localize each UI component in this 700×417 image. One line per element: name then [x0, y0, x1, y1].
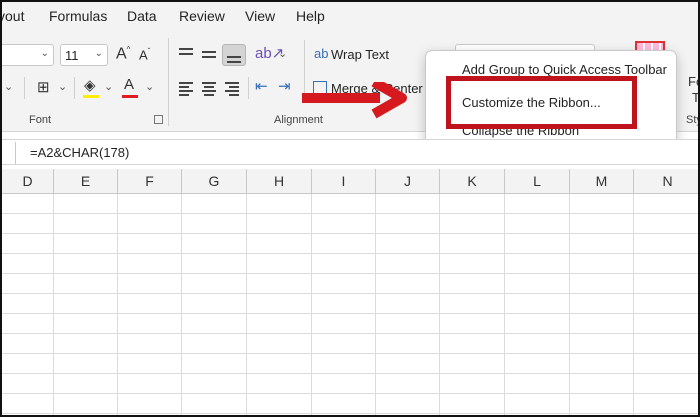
group-label-font: Font — [29, 114, 52, 126]
grid-line — [504, 194, 505, 415]
tab-page-layout[interactable]: yout — [2, 8, 24, 24]
column-header-e[interactable]: E — [54, 169, 118, 194]
tab-view[interactable]: View — [245, 8, 275, 24]
grid-line — [375, 194, 376, 415]
grid-line — [53, 194, 54, 415]
dialog-launcher-icon[interactable] — [154, 115, 163, 124]
column-header-f[interactable]: F — [118, 169, 182, 194]
group-divider — [168, 38, 169, 126]
tab-review[interactable]: Review — [179, 8, 225, 24]
partial-label-fo: Fo — [688, 74, 698, 89]
excel-window: yout Formulas Data Review View Help ⌄ 11… — [0, 0, 700, 417]
font-color-icon[interactable]: A — [124, 76, 134, 93]
align-right-icon[interactable] — [223, 80, 243, 96]
wrap-text-icon[interactable]: ab — [314, 46, 328, 61]
chevron-down-icon: ⌄ — [40, 48, 49, 59]
chevron-down-icon[interactable]: ⌄ — [145, 80, 154, 93]
tab-formulas[interactable]: Formulas — [49, 8, 107, 24]
decrease-indent-icon[interactable]: ⇤ — [255, 77, 268, 95]
menu-item-add-group-qat[interactable]: Add Group to Quick Access Toolbar — [462, 62, 667, 77]
chevron-down-icon[interactable]: ⌄ — [278, 47, 287, 60]
chevron-down-icon[interactable]: ⌄ — [104, 80, 113, 93]
font-size-value: 11 — [65, 48, 79, 63]
decrease-font-icon[interactable]: Aˇ — [139, 47, 150, 62]
grid-line — [117, 194, 118, 415]
column-header-m[interactable]: M — [570, 169, 634, 194]
tab-help[interactable]: Help — [296, 8, 325, 24]
column-header-h[interactable]: H — [247, 169, 312, 194]
grid-line — [633, 194, 634, 415]
borders-icon[interactable]: ⊞ — [37, 78, 50, 96]
highlight-box — [446, 76, 637, 129]
fill-color-icon[interactable]: ◈ — [84, 76, 96, 94]
font-color-swatch — [122, 95, 138, 98]
divider — [248, 77, 249, 99]
column-header-j[interactable]: J — [376, 169, 440, 194]
column-header-g[interactable]: G — [182, 169, 247, 194]
formula-bar: =A2&CHAR(178) — [2, 139, 698, 165]
column-header-d[interactable]: D — [2, 169, 54, 194]
chevron-down-icon[interactable]: ⌄ — [58, 80, 67, 93]
tab-data[interactable]: Data — [127, 8, 157, 24]
column-header-l[interactable]: L — [505, 169, 570, 194]
fill-color-swatch — [83, 95, 99, 98]
column-headers: D E F G H I J K L M N — [2, 169, 698, 194]
cell-grid[interactable] — [2, 194, 698, 415]
align-left-icon[interactable] — [177, 80, 197, 96]
increase-indent-icon[interactable]: ⇥ — [278, 77, 291, 95]
column-header-n[interactable]: N — [634, 169, 698, 194]
chevron-down-icon[interactable]: ⌄ — [4, 80, 13, 93]
divider — [24, 77, 25, 99]
partial-label-t: T — [692, 90, 700, 105]
align-top-icon[interactable] — [177, 46, 197, 62]
column-header-k[interactable]: K — [440, 169, 505, 194]
font-name-dropdown[interactable]: ⌄ — [2, 44, 54, 66]
chevron-down-icon: ⌄ — [94, 48, 103, 59]
wrap-text-button[interactable]: Wrap Text — [331, 47, 389, 62]
align-bottom-button[interactable] — [222, 44, 246, 66]
align-center-icon[interactable] — [200, 80, 220, 96]
font-size-dropdown[interactable]: 11 ⌄ — [60, 44, 108, 66]
divider — [74, 77, 75, 99]
grid-line — [439, 194, 440, 415]
name-box[interactable] — [2, 142, 16, 164]
grid-line — [181, 194, 182, 415]
menu-bar: yout Formulas Data Review View Help — [2, 2, 698, 32]
grid-line — [311, 194, 312, 415]
group-label-styles: Sty — [686, 114, 698, 126]
column-header-i[interactable]: I — [312, 169, 376, 194]
grid-line — [569, 194, 570, 415]
align-middle-icon[interactable] — [200, 46, 220, 62]
formula-input[interactable]: =A2&CHAR(178) — [30, 145, 129, 160]
align-bottom-icon — [225, 48, 245, 64]
increase-font-icon[interactable]: A^ — [116, 45, 130, 63]
grid-line — [246, 194, 247, 415]
red-arrow-icon — [302, 82, 407, 119]
